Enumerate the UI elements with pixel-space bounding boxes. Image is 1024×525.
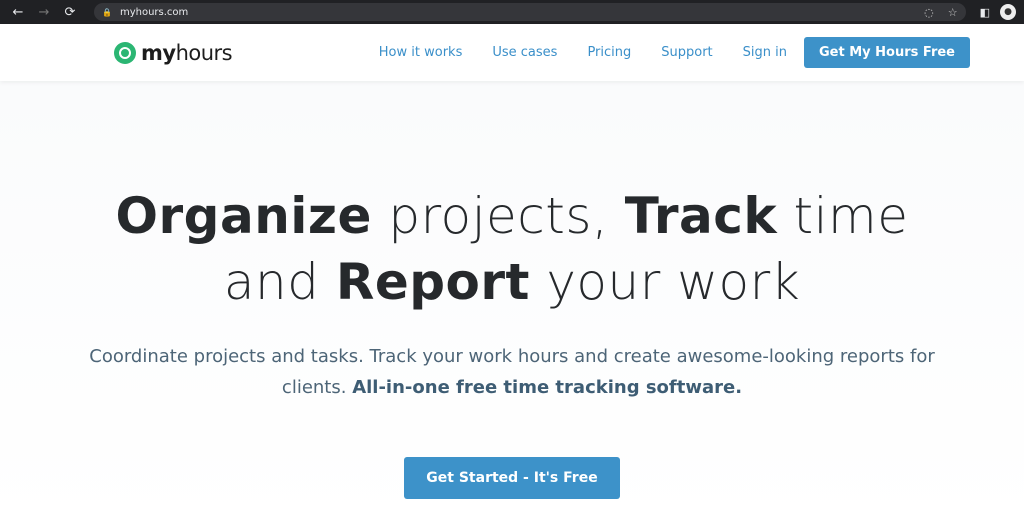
nav-support[interactable]: Support bbox=[661, 45, 712, 60]
address-bar[interactable]: 🔒 myhours.com ◌ ☆ bbox=[94, 3, 966, 21]
lock-icon: 🔒 bbox=[102, 7, 112, 17]
nav-how-it-works[interactable]: How it works bbox=[379, 45, 463, 60]
star-icon[interactable]: ☆ bbox=[948, 6, 958, 19]
main-nav: How it works Use cases Pricing Support S… bbox=[349, 37, 970, 68]
back-button[interactable]: ← bbox=[8, 5, 28, 20]
globe-logo-icon bbox=[114, 41, 136, 64]
hero-title: Organize projects, Track time and Report … bbox=[115, 187, 909, 311]
hero: Organize projects, Track time and Report … bbox=[0, 81, 1024, 525]
browser-toolbar: ← → ⟳ 🔒 myhours.com ◌ ☆ ◧ ● bbox=[0, 0, 1024, 24]
forward-button[interactable]: → bbox=[34, 5, 54, 20]
get-free-button[interactable]: Get My Hours Free bbox=[804, 37, 970, 68]
url-text: myhours.com bbox=[119, 6, 189, 18]
incognito-avatar-icon[interactable]: ● bbox=[1000, 4, 1016, 20]
side-panel-icon[interactable]: ◧ bbox=[980, 6, 990, 19]
reload-button[interactable]: ⟳ bbox=[60, 5, 80, 20]
logo[interactable]: myhours bbox=[114, 41, 233, 65]
get-started-button[interactable]: Get Started - It's Free bbox=[404, 457, 620, 499]
eye-off-icon[interactable]: ◌ bbox=[924, 6, 934, 19]
nav-pricing[interactable]: Pricing bbox=[587, 45, 631, 60]
site-header: myhours How it works Use cases Pricing S… bbox=[0, 24, 1024, 81]
hero-subtitle: Coordinate projects and tasks. Track you… bbox=[89, 346, 935, 398]
nav-use-cases[interactable]: Use cases bbox=[492, 45, 557, 60]
nav-sign-in[interactable]: Sign in bbox=[743, 45, 787, 60]
